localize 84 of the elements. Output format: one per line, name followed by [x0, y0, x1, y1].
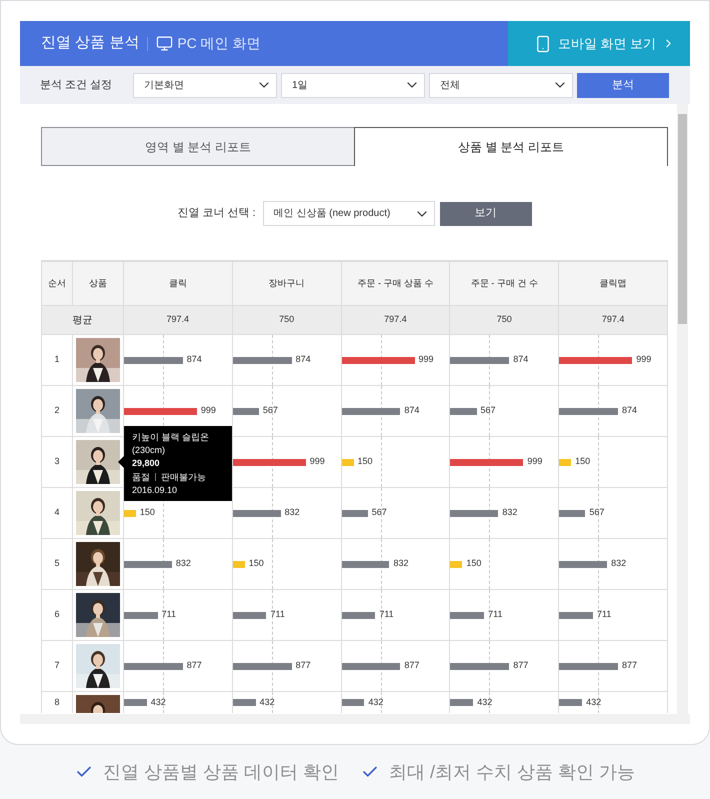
bar-value: 567 [262, 404, 278, 418]
bar-value: 999 [527, 455, 542, 468]
bar-value: 567 [589, 506, 604, 520]
bar-value: 874 [622, 404, 638, 418]
report-tab[interactable]: 영역 별 분석 리포트 [41, 127, 354, 166]
bar-value: 832 [502, 506, 518, 520]
average-value: 797.4 [559, 306, 668, 334]
column-header: 주문 - 구매 건 수 [450, 262, 560, 305]
corner-label: 진열 코너 선택 : [177, 206, 256, 222]
bar-value: 567 [372, 506, 387, 520]
bar-value: 432 [368, 696, 384, 709]
bar-value: 874 [296, 353, 311, 366]
row-number: 2 [42, 386, 73, 436]
bar-value: 432 [477, 696, 492, 709]
bar-value: 711 [596, 608, 612, 622]
bar-value: 832 [176, 557, 191, 570]
bar-value: 832 [611, 557, 626, 570]
bar-value: 432 [586, 696, 602, 709]
smartphone-icon [534, 34, 552, 52]
filter-label: 분석 조건 설정 [40, 78, 114, 93]
dropdown[interactable]: 전체 [429, 72, 573, 98]
horizontal-scrollbar[interactable] [20, 714, 690, 724]
view-button[interactable]: 보기 [440, 202, 532, 226]
bar-value: 711 [270, 608, 285, 622]
average-value: 797.4 [124, 306, 233, 334]
row-number: 7 [42, 641, 73, 691]
bar-value: 432 [260, 696, 275, 709]
page-title: 진열 상품 분석 [41, 33, 140, 54]
product-date: 2016.09.10 [132, 484, 178, 496]
feature-text: 최대 /최저 수치 상품 확인 가능 [389, 760, 636, 784]
vertical-scrollbar[interactable] [677, 104, 688, 714]
bar-value: 877 [186, 659, 202, 672]
bar-value: 432 [150, 696, 166, 709]
bar-value: 999 [418, 353, 434, 366]
average-value: 797.4 [342, 306, 450, 334]
monitor-icon [156, 35, 174, 52]
row-number: 5 [42, 539, 73, 589]
row-number: 8 [42, 692, 73, 713]
bar-value: 999 [636, 353, 652, 366]
column-header: 상품 [72, 262, 124, 305]
bar-value: 999 [200, 404, 216, 418]
bar-value: 877 [513, 659, 528, 672]
sale-status: 판매불가능 [161, 471, 206, 483]
bar-value: 874 [404, 404, 420, 418]
bar-value: 877 [404, 659, 420, 672]
bar-value: 999 [310, 455, 325, 468]
bar-value: 832 [284, 506, 300, 520]
product-price: 29,800 [132, 457, 161, 470]
bar-value: 832 [393, 557, 409, 570]
column-header: 주문 - 구매 상품 수 [342, 262, 450, 305]
dropdown[interactable]: 메인 신상품 (new product) [262, 201, 435, 226]
column-header: 순서 [42, 262, 73, 305]
bar-value: 874 [186, 353, 202, 366]
product-name: 키높이 블랙 슬립온 [132, 431, 210, 443]
column-header: 장바구니 [232, 262, 342, 305]
bar-value: 150 [358, 455, 373, 468]
bar-value: 711 [379, 608, 394, 622]
bar-value: 150 [466, 557, 482, 570]
row-number: 4 [42, 488, 73, 538]
dropdown[interactable]: 1일 [281, 72, 425, 98]
product-size: (230cm) [132, 444, 166, 456]
bar-value: 877 [622, 659, 638, 672]
row-number: 1 [42, 335, 73, 385]
row-number: 6 [42, 590, 73, 640]
analyze-button[interactable]: 분석 [577, 72, 669, 98]
column-header: 클릭 [124, 262, 233, 305]
row-number: 3 [42, 437, 73, 487]
report-tab[interactable]: 상품 별 분석 리포트 [354, 127, 668, 166]
bar-value: 150 [140, 506, 155, 520]
average-label: 평균 [42, 306, 124, 334]
stock-status: 품절 [132, 471, 150, 483]
bar-value: 150 [575, 455, 590, 468]
bar-value: 567 [480, 404, 496, 418]
bar-value: 150 [248, 557, 264, 570]
feature-text: 진열 상품별 상품 데이터 확인 [102, 760, 339, 784]
view-label: PC 메인 화면 [177, 34, 261, 53]
dropdown[interactable]: 기본화면 [133, 72, 277, 98]
average-value: 750 [450, 306, 560, 334]
bar-value: 874 [513, 353, 528, 366]
bar-value: 711 [162, 608, 176, 622]
column-header: 클릭맵 [559, 262, 668, 305]
bar-value: 711 [488, 608, 502, 622]
average-value: 750 [232, 306, 342, 334]
bar-value: 877 [296, 659, 311, 672]
